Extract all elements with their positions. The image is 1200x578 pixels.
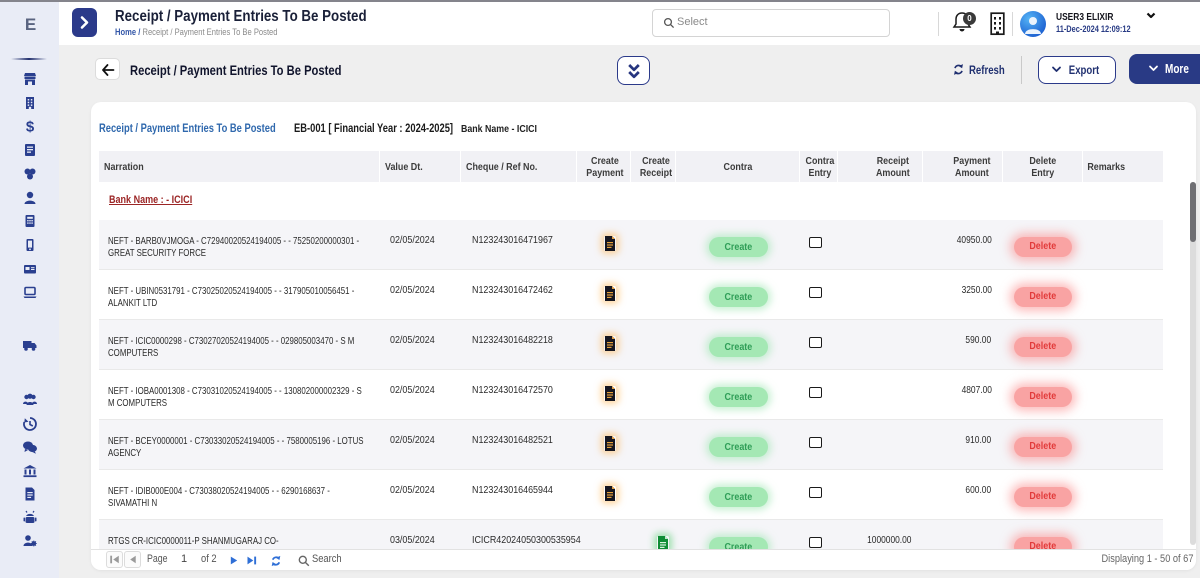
svg-text:$: $	[26, 119, 35, 135]
